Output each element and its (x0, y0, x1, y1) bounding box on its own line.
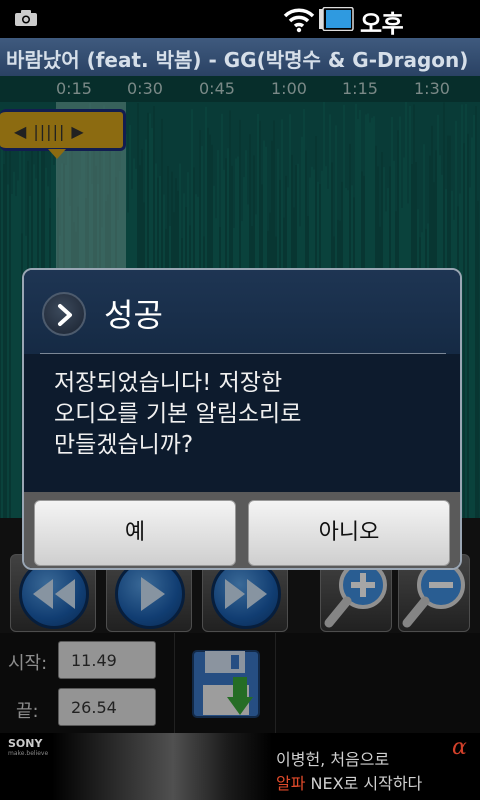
yes-button[interactable]: 예 (34, 500, 236, 566)
dialog-header: 성공 (24, 270, 460, 354)
ad-alpha-logo: α (452, 735, 467, 760)
dialog-title: 성공 (104, 296, 163, 334)
ad-highlight: 알파 (276, 774, 306, 793)
ad-subline-rest: NEX로 시작하다 (305, 774, 423, 793)
ad-headline: 이병헌, 처음으로 (276, 750, 390, 769)
ad-banner[interactable]: SONY make.believe 이병헌, 처음으로 알파 NEX로 시작하다… (0, 733, 480, 800)
success-dialog: 성공 저장되었습니다! 저장한 오디오를 기본 알림소리로 만들겠습니까? 예 … (22, 268, 462, 570)
ad-brand: SONY (8, 737, 43, 750)
no-button[interactable]: 아니오 (248, 500, 450, 566)
battery-icon (319, 7, 354, 31)
dialog-button-bar: 예 아니오 (24, 492, 460, 568)
chevron-right-icon (42, 292, 86, 336)
song-title-bar: 바람났어 (feat. 박봄) - GG(박명수 & G-Dragon) (0, 38, 480, 76)
camera-icon (15, 10, 37, 26)
wifi-icon (283, 8, 315, 33)
dialog-divider (40, 353, 446, 354)
ad-photo (52, 733, 272, 800)
song-title: 바람났어 (feat. 박봄) - GG(박명수 & G-Dragon) (6, 48, 469, 72)
status-bar: 오후 10:10 (0, 0, 480, 67)
dialog-message: 저장되었습니다! 저장한 오디오를 기본 알림소리로 만들겠습니까? (54, 370, 302, 458)
ad-subline: 알파 NEX로 시작하다 (276, 770, 422, 794)
ad-brand-tagline: make.believe (8, 750, 49, 757)
